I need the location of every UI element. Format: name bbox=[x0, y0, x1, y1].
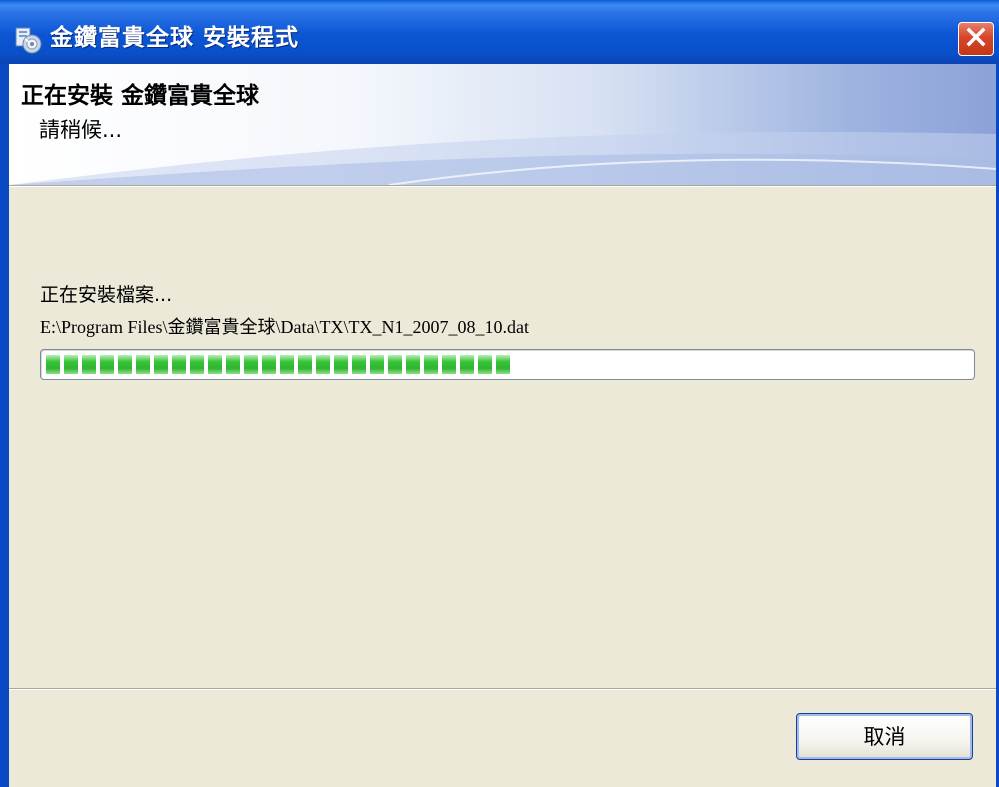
cancel-button[interactable]: 取消 bbox=[796, 713, 973, 760]
header-banner: 正在安裝 金鑽富貴全球 請稍候... bbox=[9, 64, 996, 185]
cancel-button-label: 取消 bbox=[863, 725, 906, 749]
progress-block bbox=[208, 355, 222, 374]
close-icon bbox=[965, 26, 987, 52]
progress-block bbox=[280, 355, 294, 374]
progress-block bbox=[190, 355, 204, 374]
progress-block bbox=[496, 355, 510, 374]
progress-block bbox=[406, 355, 420, 374]
progress-block bbox=[64, 355, 78, 374]
install-status-label: 正在安裝檔案... bbox=[40, 284, 173, 306]
progress-block bbox=[82, 355, 96, 374]
header-subtitle: 請稍候... bbox=[39, 118, 123, 142]
progress-block bbox=[370, 355, 384, 374]
installer-window: 金鑽富貴全球 安裝程式 正在安裝 金鑽富貴全球 請稍候... 正在安裝檔案...… bbox=[0, 0, 999, 787]
progress-block bbox=[478, 355, 492, 374]
progress-block bbox=[262, 355, 276, 374]
footer-divider bbox=[9, 688, 996, 690]
progress-block bbox=[154, 355, 168, 374]
progress-block bbox=[460, 355, 474, 374]
progress-fill bbox=[46, 355, 972, 374]
progress-block bbox=[316, 355, 330, 374]
progress-block bbox=[244, 355, 258, 374]
progress-block bbox=[118, 355, 132, 374]
window-title: 金鑽富貴全球 安裝程式 bbox=[50, 25, 300, 51]
title-bar[interactable]: 金鑽富貴全球 安裝程式 bbox=[0, 0, 999, 64]
progress-block bbox=[334, 355, 348, 374]
progress-block bbox=[388, 355, 402, 374]
progress-bar bbox=[40, 349, 975, 380]
installer-disc-icon bbox=[13, 26, 43, 54]
header-divider bbox=[9, 185, 996, 187]
progress-block bbox=[442, 355, 456, 374]
progress-block bbox=[172, 355, 186, 374]
current-file-path: E:\Program Files\金鑽富貴全球\Data\TX\TX_N1_20… bbox=[40, 317, 529, 337]
header-title: 正在安裝 金鑽富貴全球 bbox=[21, 83, 260, 109]
close-button[interactable] bbox=[958, 22, 994, 56]
progress-block bbox=[100, 355, 114, 374]
progress-block bbox=[136, 355, 150, 374]
progress-block bbox=[424, 355, 438, 374]
progress-block bbox=[352, 355, 366, 374]
window-frame-left bbox=[0, 64, 9, 787]
progress-block bbox=[298, 355, 312, 374]
progress-block bbox=[46, 355, 60, 374]
progress-block bbox=[226, 355, 240, 374]
